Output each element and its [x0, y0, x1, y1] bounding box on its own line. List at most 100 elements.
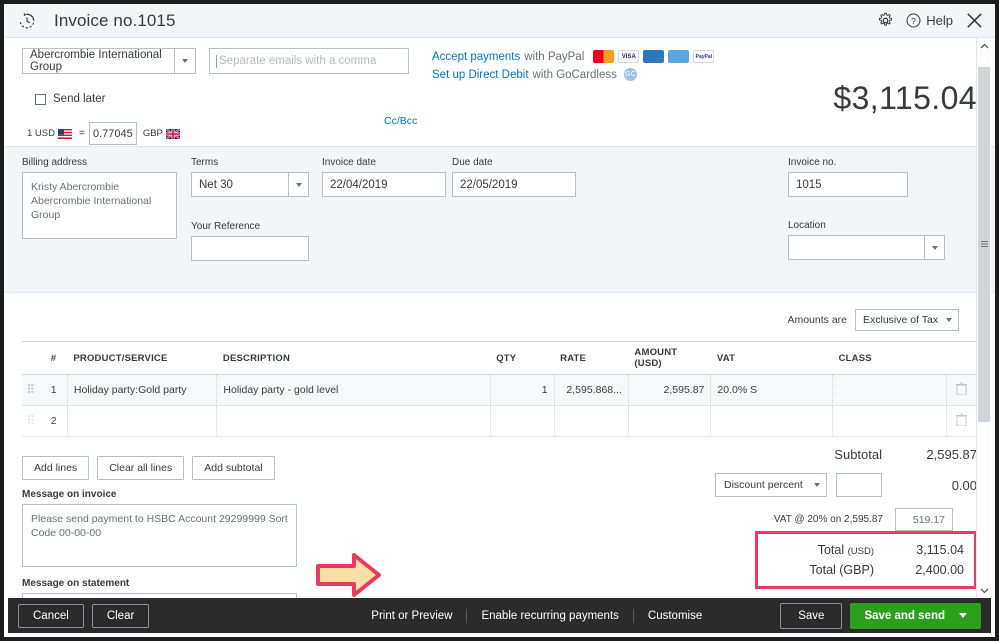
chevron-down-icon[interactable] — [288, 173, 308, 196]
footer-links: Print or Preview Enable recurring paymen… — [357, 608, 716, 623]
invoice-date-input[interactable]: 22/04/2019 — [322, 172, 446, 197]
discount-type-select[interactable]: Discount percent — [715, 473, 827, 497]
total-usd-label: Total (USD) — [758, 543, 892, 557]
gear-icon[interactable] — [877, 12, 894, 29]
table-row[interactable]: 1 Holiday party:Gold party Holiday party… — [22, 374, 977, 406]
terms-label: Terms — [191, 157, 219, 168]
accept-payments-link[interactable]: Accept payments — [432, 51, 520, 63]
clear-button[interactable]: Clear — [91, 603, 150, 628]
col-rate: RATE — [554, 341, 629, 375]
paypal-icon: PayPal — [693, 50, 715, 63]
email-input[interactable]: Separate emails with a comma — [209, 48, 409, 74]
payment-options: Accept payments with PayPal VISA PayPal … — [432, 48, 715, 86]
vertical-scrollbar[interactable] — [976, 38, 991, 598]
flag-uk-icon — [165, 128, 180, 139]
row-vat[interactable]: 20.0% S — [710, 374, 834, 406]
col-description: DESCRIPTION — [216, 341, 491, 375]
setup-direct-debit-link[interactable]: Set up Direct Debit — [432, 69, 529, 81]
clear-all-lines-button[interactable]: Clear all lines — [97, 456, 185, 480]
row-vat[interactable] — [710, 405, 834, 437]
footer-save-actions: Save Save and send — [780, 602, 981, 629]
add-lines-button[interactable]: Add lines — [22, 456, 90, 480]
row-product[interactable] — [67, 405, 218, 437]
help-label: Help — [926, 13, 953, 28]
visa-icon: VISA — [618, 50, 640, 63]
scroll-thumb[interactable] — [978, 67, 990, 422]
chevron-down-icon[interactable] — [924, 236, 944, 259]
due-date-input[interactable]: 22/05/2019 — [452, 172, 576, 197]
flag-usa-icon — [57, 128, 72, 139]
line-items-section: Amounts are Exclusive of Tax # PRODUCT/S… — [4, 293, 995, 615]
enable-recurring-payments-link[interactable]: Enable recurring payments — [467, 608, 634, 623]
invoice-date-label: Invoice date — [322, 157, 376, 168]
help-circle-icon: ? — [906, 13, 921, 28]
message-on-invoice-label: Message on invoice — [22, 489, 117, 500]
terms-select[interactable]: Net 30 — [191, 172, 309, 197]
add-subtotal-button[interactable]: Add subtotal — [192, 456, 275, 480]
fx-equals: = — [78, 128, 85, 139]
close-icon[interactable] — [964, 10, 985, 31]
save-and-send-button[interactable]: Save and send — [850, 602, 981, 629]
scroll-up-button[interactable] — [977, 38, 991, 53]
row-amount[interactable]: 2,595.87 — [628, 374, 712, 406]
row-delete-button[interactable] — [946, 374, 977, 406]
page-title: Invoice no.1015 — [54, 10, 176, 30]
row-class[interactable] — [832, 374, 947, 406]
print-or-preview-link[interactable]: Print or Preview — [357, 608, 468, 623]
save-and-send-label: Save and send — [864, 609, 945, 622]
chevron-down-icon[interactable] — [808, 474, 826, 496]
customise-link[interactable]: Customise — [634, 609, 716, 623]
row-description[interactable]: Holiday party - gold level — [216, 374, 491, 406]
col-class: CLASS — [832, 341, 947, 375]
due-date-label: Due date — [452, 157, 493, 168]
row-class[interactable] — [832, 405, 947, 437]
invoice-no-input[interactable]: 1015 — [788, 172, 908, 197]
location-select[interactable] — [788, 235, 945, 260]
scroll-down-button[interactable] — [977, 583, 991, 598]
row-product[interactable]: Holiday party:Gold party — [67, 374, 218, 406]
chevron-down-icon[interactable] — [940, 310, 958, 330]
table-row[interactable]: 2 — [22, 405, 977, 437]
row-amount[interactable] — [628, 405, 712, 437]
help-button[interactable]: ? Help — [905, 12, 953, 29]
billing-address-input[interactable]: Kristy Abercrombie Abercrombie Internati… — [22, 172, 177, 239]
amounts-are-select[interactable]: Exclusive of Tax — [855, 309, 959, 331]
chevron-down-icon[interactable] — [174, 48, 195, 74]
clock-history-icon[interactable] — [18, 12, 36, 30]
row-rate[interactable]: 2,595.868... — [554, 374, 629, 406]
discount-value: 0.00 — [951, 477, 977, 493]
discount-amount-input[interactable] — [836, 473, 882, 497]
vat-label: VAT @ 20% on 2,595.87 — [773, 514, 883, 525]
billing-address-field: Billing address Kristy Abercrombie Aberc… — [22, 157, 177, 239]
gocardless-icon: GC — [623, 68, 637, 81]
customer-select[interactable]: Abercrombie International Group — [22, 48, 196, 74]
row-description[interactable] — [216, 405, 491, 437]
invoice-header-section: Abercrombie International Group Separate… — [4, 38, 995, 146]
col-handle — [22, 341, 45, 375]
row-drag-handle[interactable] — [22, 374, 45, 406]
row-qty[interactable] — [490, 405, 555, 437]
terms-value: Net 30 — [199, 178, 233, 191]
invoice-details-section: Billing address Kristy Abercrombie Aberc… — [4, 146, 995, 293]
row-drag-handle[interactable] — [22, 405, 45, 437]
annotation-arrow-icon — [316, 553, 381, 597]
exchange-rate-input[interactable]: 0.77045 — [88, 122, 137, 145]
vat-input[interactable]: 519.17 — [895, 508, 953, 531]
scroll-track[interactable] — [977, 53, 991, 583]
bank-transfer-icon — [668, 50, 690, 63]
cancel-button[interactable]: Cancel — [18, 603, 84, 628]
save-button[interactable]: Save — [780, 602, 843, 629]
chevron-down-icon[interactable] — [959, 613, 967, 618]
message-on-invoice-input[interactable]: Please send payment to HSBC Account 2929… — [22, 504, 297, 567]
gocardless-row: Set up Direct Debit with GoCardless GC — [432, 68, 714, 81]
line-items-table: # PRODUCT/SERVICE DESCRIPTION QTY RATE A… — [22, 341, 977, 437]
footer-action-bar: Cancel Clear Print or Preview Enable rec… — [8, 598, 991, 633]
total-gbp-value: 2,400.00 — [915, 563, 964, 577]
row-number: 2 — [44, 405, 68, 437]
your-reference-input[interactable] — [191, 236, 309, 261]
send-later-checkbox[interactable] — [35, 93, 46, 105]
row-delete-button[interactable] — [946, 405, 977, 437]
cc-bcc-link[interactable]: Cc/Bcc — [384, 115, 417, 127]
row-qty[interactable]: 1 — [490, 374, 555, 406]
row-rate[interactable] — [554, 405, 629, 437]
